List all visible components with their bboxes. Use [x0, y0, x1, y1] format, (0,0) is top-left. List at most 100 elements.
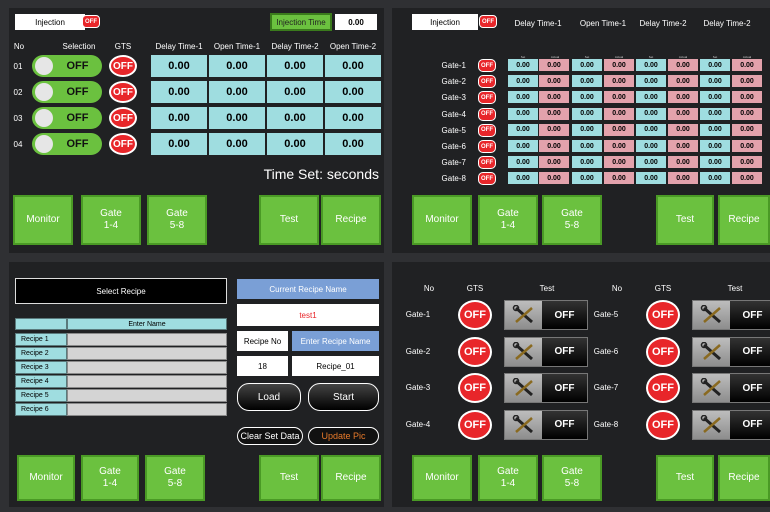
open-time-2-value[interactable]: 0.00 [325, 55, 381, 77]
gts-off-button[interactable]: OFF [458, 300, 492, 330]
set-value[interactable]: 0.00 [572, 156, 602, 169]
gts-off-button[interactable]: OFF [458, 409, 492, 440]
set-value[interactable]: 0.00 [700, 75, 730, 88]
load-button[interactable]: Load [237, 383, 301, 411]
set-value[interactable]: 0.00 [572, 75, 602, 88]
set-value[interactable]: 0.00 [508, 59, 538, 71]
recipe-button[interactable]: Recipe [718, 455, 770, 501]
open-time-2-value[interactable]: 0.00 [325, 107, 381, 129]
set-value[interactable]: 0.00 [636, 91, 666, 104]
set-value[interactable]: 0.00 [508, 107, 538, 120]
set-value[interactable]: 0.00 [700, 59, 730, 71]
test-switch[interactable]: OFF [692, 300, 770, 330]
delay-time-2-value[interactable]: 0.00 [267, 81, 323, 103]
recipe-name-field[interactable] [67, 403, 227, 416]
gts-off-button[interactable]: OFF [109, 107, 137, 129]
selection-toggle[interactable]: OFF [32, 133, 102, 155]
monitor-button[interactable]: Monitor [412, 455, 472, 501]
set-value[interactable]: 0.00 [572, 140, 602, 152]
recipe-row[interactable]: Recipe 1 [15, 333, 227, 346]
recipe-name-field[interactable] [67, 333, 227, 346]
set-value[interactable]: 0.00 [508, 91, 538, 104]
recipe-row[interactable]: Recipe 5 [15, 389, 227, 402]
injection-off-badge[interactable]: OFF [82, 15, 100, 28]
gate-1-4-button[interactable]: Gate 1-4 [81, 455, 139, 501]
test-switch[interactable]: OFF [692, 409, 770, 440]
test-switch[interactable]: OFF [504, 373, 588, 403]
recipe-name-field[interactable] [67, 375, 227, 388]
gts-off-button[interactable]: OFF [478, 172, 496, 186]
recipe-button[interactable]: Recipe [321, 195, 381, 245]
set-value[interactable]: 0.00 [508, 140, 538, 152]
gts-off-button[interactable]: OFF [646, 336, 680, 367]
delay-time-2-value[interactable]: 0.00 [267, 133, 323, 155]
set-value[interactable]: 0.00 [700, 156, 730, 169]
gate-5-8-button[interactable]: Gate 5-8 [145, 455, 205, 501]
recipe-row[interactable]: Recipe 2 [15, 347, 227, 360]
open-time-1-value[interactable]: 0.00 [209, 81, 265, 103]
open-time-2-value[interactable]: 0.00 [325, 133, 381, 155]
set-value[interactable]: 0.00 [572, 123, 602, 136]
gts-off-button[interactable]: OFF [478, 123, 496, 137]
set-value[interactable]: 0.00 [636, 156, 666, 169]
recipe-name-input[interactable]: Recipe_01 [292, 356, 379, 376]
recipe-row[interactable]: Recipe 4 [15, 375, 227, 388]
gts-off-button[interactable]: OFF [646, 409, 680, 440]
clear-set-data-button[interactable]: Clear Set Data [237, 427, 303, 445]
set-value[interactable]: 0.00 [636, 140, 666, 152]
test-button[interactable]: Test [259, 195, 319, 245]
set-value[interactable]: 0.00 [508, 123, 538, 136]
set-value[interactable]: 0.00 [700, 140, 730, 152]
gate-1-4-button[interactable]: Gate 1-4 [478, 455, 538, 501]
select-recipe-box[interactable]: Select Recipe [15, 278, 227, 304]
monitor-button[interactable]: Monitor [412, 195, 472, 245]
gts-off-button[interactable]: OFF [646, 300, 680, 330]
selection-toggle[interactable]: OFF [32, 81, 102, 103]
gate-5-8-button[interactable]: Gate 5-8 [542, 195, 602, 245]
set-value[interactable]: 0.00 [636, 172, 666, 185]
recipe-name-field[interactable] [67, 347, 227, 360]
gts-off-button[interactable]: OFF [109, 133, 137, 155]
open-time-1-value[interactable]: 0.00 [209, 133, 265, 155]
set-value[interactable]: 0.00 [636, 75, 666, 88]
recipe-button[interactable]: Recipe [321, 455, 381, 501]
monitor-button[interactable]: Monitor [13, 195, 73, 245]
delay-time-1-value[interactable]: 0.00 [151, 81, 207, 103]
injection-time-value[interactable]: 0.00 [335, 14, 377, 30]
gts-off-button[interactable]: OFF [478, 75, 496, 89]
recipe-row[interactable]: Recipe 6 [15, 403, 227, 416]
test-button[interactable]: Test [259, 455, 319, 501]
gate-5-8-button[interactable]: Gate 5-8 [147, 195, 207, 245]
monitor-button[interactable]: Monitor [17, 455, 75, 501]
gts-off-button[interactable]: OFF [478, 107, 496, 121]
set-value[interactable]: 0.00 [636, 107, 666, 120]
gts-off-button[interactable]: OFF [458, 373, 492, 403]
gate-1-4-button[interactable]: Gate 1-4 [478, 195, 538, 245]
set-value[interactable]: 0.00 [572, 172, 602, 185]
gate-5-8-button[interactable]: Gate 5-8 [542, 455, 602, 501]
recipe-no-input[interactable]: 18 [237, 356, 288, 376]
selection-toggle[interactable]: OFF [32, 55, 102, 77]
set-value[interactable]: 0.00 [508, 172, 538, 185]
update-pic-button[interactable]: Update Pic [308, 427, 379, 445]
recipe-name-field[interactable] [67, 389, 227, 402]
delay-time-2-value[interactable]: 0.00 [267, 107, 323, 129]
open-time-2-value[interactable]: 0.00 [325, 81, 381, 103]
open-time-1-value[interactable]: 0.00 [209, 107, 265, 129]
gts-off-button[interactable]: OFF [478, 156, 496, 170]
recipe-name-field[interactable] [67, 361, 227, 374]
delay-time-1-value[interactable]: 0.00 [151, 107, 207, 129]
gts-off-button[interactable]: OFF [478, 91, 496, 105]
test-switch[interactable]: OFF [504, 300, 588, 330]
test-button[interactable]: Test [656, 455, 714, 501]
injection-off-badge[interactable]: OFF [479, 15, 497, 28]
recipe-row[interactable]: Recipe 3 [15, 361, 227, 374]
start-button[interactable]: Start [308, 383, 379, 411]
set-value[interactable]: 0.00 [636, 59, 666, 71]
test-switch[interactable]: OFF [692, 336, 770, 367]
test-switch[interactable]: OFF [692, 373, 770, 403]
set-value[interactable]: 0.00 [508, 75, 538, 88]
gts-off-button[interactable]: OFF [109, 81, 137, 103]
set-value[interactable]: 0.00 [636, 123, 666, 136]
recipe-button[interactable]: Recipe [718, 195, 770, 245]
